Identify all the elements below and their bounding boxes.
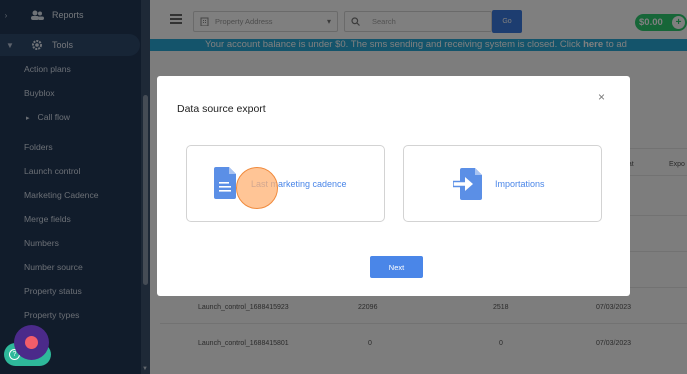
modal-title: Data source export: [177, 103, 266, 115]
option-last-marketing-cadence[interactable]: Last marketing cadence: [186, 145, 385, 222]
option-importations[interactable]: Importations: [403, 145, 602, 222]
next-button[interactable]: Next: [370, 256, 423, 278]
close-icon[interactable]: ×: [598, 90, 605, 104]
record-dot-icon: [25, 336, 38, 349]
import-file-icon: [453, 168, 482, 200]
option-label: Importations: [495, 179, 545, 189]
document-icon: [214, 167, 236, 199]
click-indicator: [236, 167, 278, 209]
data-source-export-modal: Data source export × Last marketing cade…: [157, 76, 630, 296]
record-button[interactable]: [14, 325, 49, 360]
